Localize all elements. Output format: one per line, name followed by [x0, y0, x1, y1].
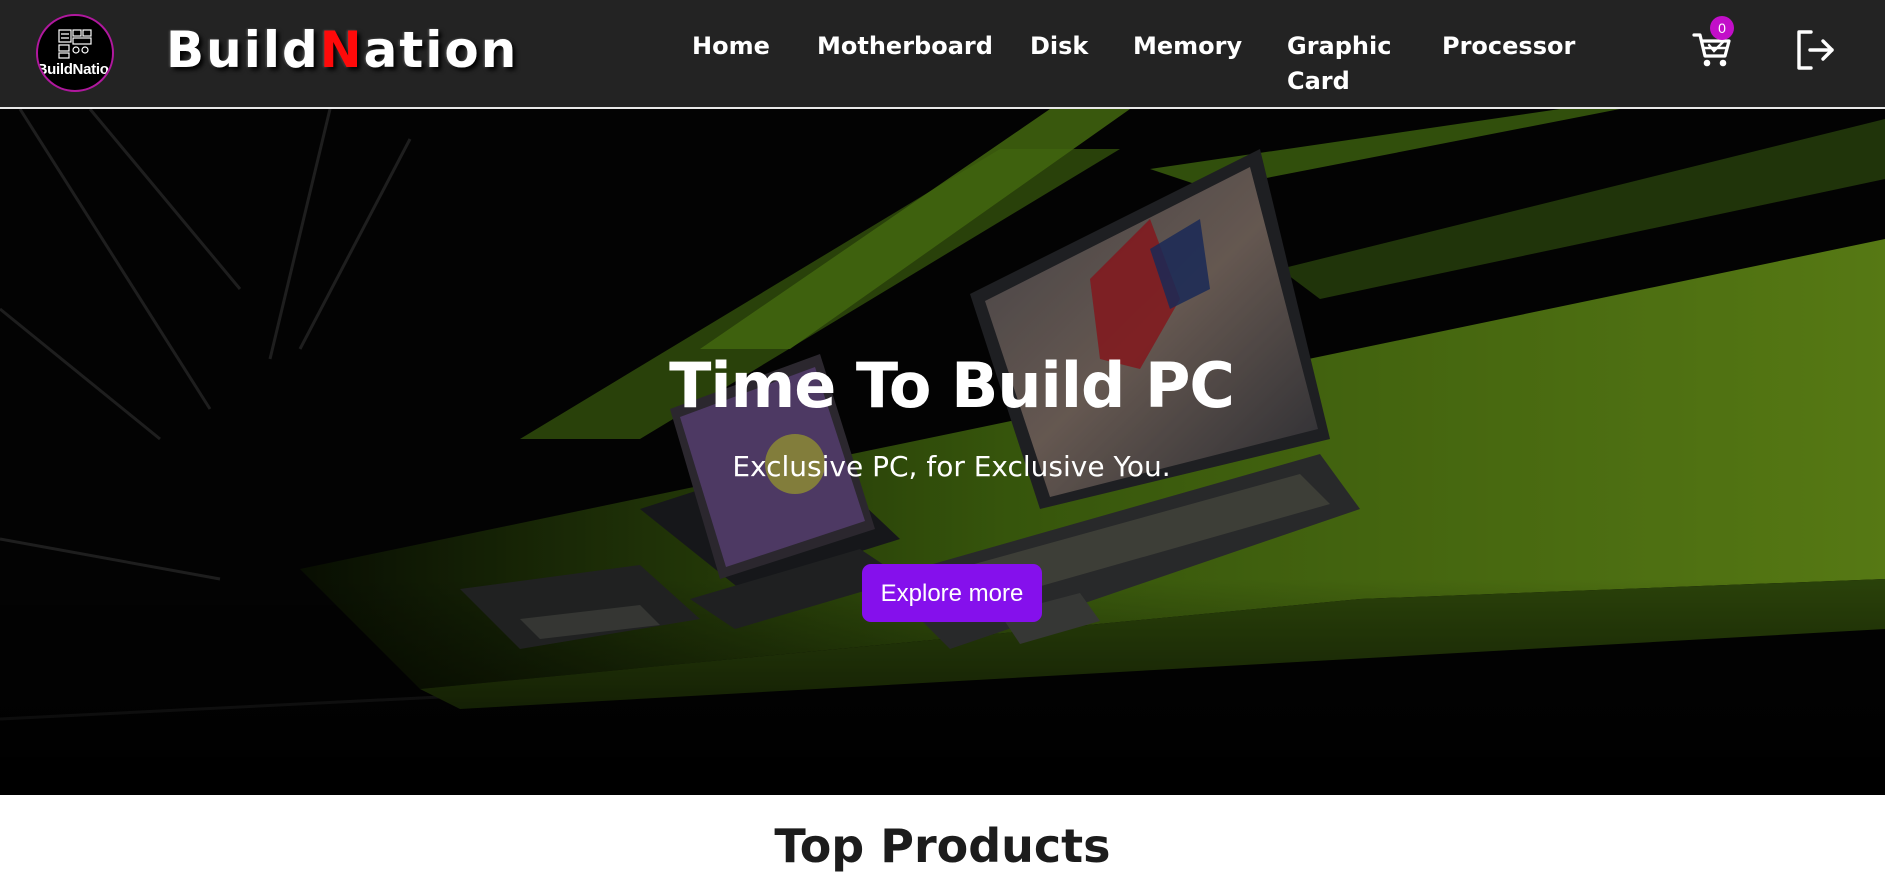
- cart-count-badge: 0: [1710, 16, 1734, 40]
- top-navbar: BuildNation BuildNation Home Motherboard…: [0, 0, 1885, 109]
- brand-name-accent: N: [319, 21, 364, 79]
- hero-title: Time To Build PC: [669, 349, 1235, 422]
- nav-motherboard[interactable]: Motherboard: [817, 29, 993, 64]
- top-products-heading: Top Products: [774, 819, 1111, 873]
- nav-disk[interactable]: Disk: [1030, 29, 1088, 64]
- nav-graphic-card[interactable]: Graphic Card: [1287, 29, 1397, 99]
- nav-home[interactable]: Home: [692, 29, 770, 64]
- brand-wordmark[interactable]: BuildNation: [166, 18, 518, 82]
- hero-banner: Time To Build PC Exclusive PC, for Exclu…: [0, 109, 1885, 795]
- logout-icon[interactable]: [1794, 28, 1838, 72]
- hero-subtitle: Exclusive PC, for Exclusive You.: [732, 450, 1171, 483]
- brand-name-suffix: ation: [363, 21, 519, 79]
- nav-memory[interactable]: Memory: [1133, 29, 1242, 64]
- explore-more-button[interactable]: Explore more: [862, 564, 1042, 622]
- pc-components-icon: [58, 29, 92, 59]
- logo-badge-text: BuildNation: [36, 61, 114, 78]
- brand-logo-badge[interactable]: BuildNation: [36, 14, 114, 92]
- nav-processor[interactable]: Processor: [1442, 29, 1575, 64]
- brand-name-prefix: Build: [166, 21, 320, 79]
